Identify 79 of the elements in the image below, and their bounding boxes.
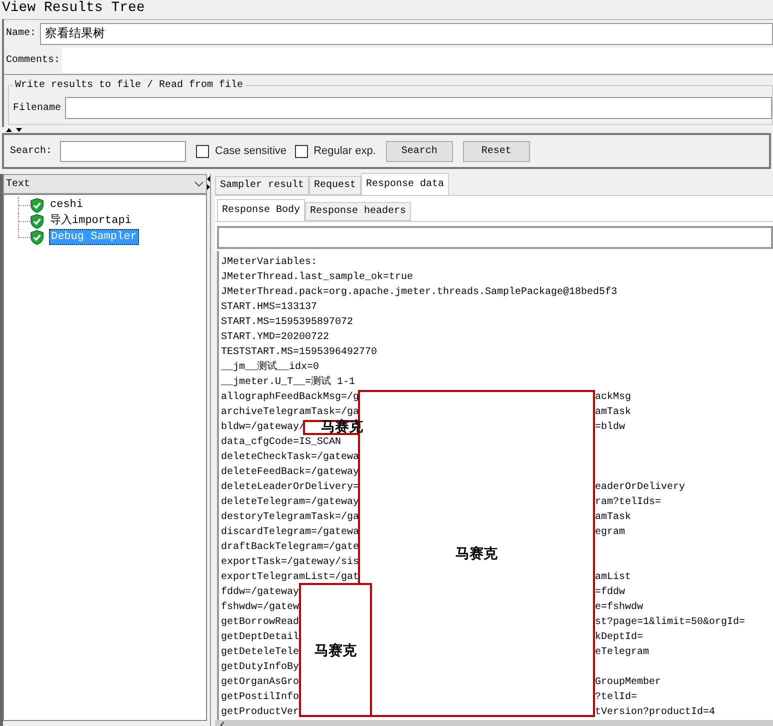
response-line: deleteLeaderOrDelivery= bbox=[221, 480, 360, 495]
response-line: TESTSTART.MS=1595396492770 bbox=[221, 346, 378, 360]
filename-field[interactable] bbox=[65, 97, 772, 119]
chevron-down-icon bbox=[194, 181, 204, 187]
response-line: amTask bbox=[595, 510, 632, 525]
response-line: getProductVer bbox=[221, 706, 300, 720]
tab[interactable]: Response headers bbox=[305, 202, 412, 221]
search-field[interactable] bbox=[60, 140, 186, 162]
response-line: ram?telIds= bbox=[595, 496, 662, 510]
response-line: bldw=/gateway/ bbox=[221, 420, 306, 435]
response-line: getDeptDetail bbox=[221, 630, 300, 645]
response-line: GroupMember bbox=[595, 676, 662, 690]
name-label: Name: bbox=[6, 27, 36, 41]
response-line: archiveTelegramTask=/ga bbox=[221, 406, 360, 418]
response-line: JMeterVariables: bbox=[221, 256, 318, 270]
response-line: allographFeedBackMsg=/g bbox=[221, 390, 360, 405]
response-line: getDeteleTele bbox=[221, 646, 300, 660]
name-field[interactable]: 察看结果树 bbox=[40, 22, 773, 44]
response-line: eTelegram bbox=[595, 646, 650, 660]
response-line: destoryTelegramTask=/ga bbox=[221, 510, 360, 525]
overlay-label: 马赛克 bbox=[456, 544, 498, 563]
checkbox[interactable] bbox=[294, 144, 308, 158]
splitter-arrows-icon[interactable] bbox=[4, 127, 24, 133]
shield-check-icon bbox=[30, 214, 44, 228]
response-line: =fddw bbox=[595, 586, 626, 600]
response-line: deleteTelegram=/gateway bbox=[221, 496, 360, 510]
response-line: exportTelegramList=/gat bbox=[221, 570, 360, 585]
response-line: kDeptId= bbox=[595, 630, 644, 645]
response-line: __jmeter.U_T__=测试 1-1 bbox=[221, 375, 356, 390]
response-line: __jm__测试__idx=0 bbox=[221, 360, 320, 375]
comments-field[interactable] bbox=[62, 48, 773, 73]
response-line: eaderOrDelivery bbox=[595, 480, 686, 495]
tab[interactable]: Response Body bbox=[217, 199, 306, 221]
shield-check-icon bbox=[30, 198, 44, 212]
response-line: JMeterThread.last_sample_ok=true bbox=[221, 270, 414, 285]
comments-label: Comments: bbox=[6, 54, 60, 68]
filename-label: Filename bbox=[13, 102, 62, 116]
response-line: ?telId= bbox=[595, 690, 638, 705]
response-line: egram bbox=[595, 526, 626, 540]
search-bar-button[interactable]: Search bbox=[386, 140, 453, 162]
response-line: JMeterThread.pack=org.apache.jmeter.threads.SamplePackage@18bed5f3 bbox=[221, 286, 618, 300]
response-line: draftBackTelegram=/gate bbox=[221, 540, 360, 555]
window-title: View Results Tree bbox=[1, 0, 146, 18]
response-line: discardTelegram=/gatewa bbox=[221, 526, 360, 540]
response-line: data_cfgCode=IS_SCAN bbox=[221, 436, 342, 450]
response-line: getPostilInfo bbox=[221, 690, 300, 705]
response-line: amList bbox=[595, 570, 632, 585]
response-line: getDutyInfoBy bbox=[221, 660, 300, 675]
response-line: exportTask=/gateway/sis bbox=[221, 556, 360, 570]
tree-item[interactable]: ceshi bbox=[49, 198, 84, 212]
checkbox[interactable] bbox=[196, 144, 210, 158]
tab[interactable]: Request bbox=[309, 176, 362, 195]
response-line: amTask bbox=[595, 406, 632, 420]
search-label: Search: bbox=[10, 144, 52, 158]
shield-check-icon bbox=[30, 230, 44, 244]
response-line: st?page=1&limit=50&orgId= bbox=[595, 616, 746, 630]
response-line: START.YMD=20200722 bbox=[221, 331, 330, 345]
checkbox-label: Case sensitive bbox=[215, 144, 287, 159]
response-line: tVersion?productId=4 bbox=[595, 706, 716, 720]
response-line: START.HMS=133137 bbox=[221, 301, 318, 315]
response-line: =bldw bbox=[595, 420, 626, 435]
response-line: fshwdw=/gatew bbox=[221, 600, 300, 615]
overlay-label: 马赛克 bbox=[314, 640, 356, 660]
response-line: e=fshwdw bbox=[595, 600, 644, 615]
response-line: deleteFeedBack=/gateway bbox=[221, 466, 360, 480]
response-line: getBorrowRead bbox=[221, 616, 300, 630]
response-line: deleteCheckTask=/gatewa bbox=[221, 450, 360, 465]
tab[interactable]: Response data bbox=[361, 173, 450, 195]
tree-item[interactable]: 导入importapi bbox=[49, 214, 132, 228]
response-search-field[interactable] bbox=[217, 226, 773, 248]
renderer-select[interactable]: Text bbox=[3, 174, 207, 194]
response-line: START.MS=1595395897072 bbox=[221, 316, 354, 330]
search-bar-button[interactable]: Reset bbox=[462, 140, 530, 162]
response-line: ackMsg bbox=[595, 390, 632, 405]
tab[interactable]: Sampler result bbox=[215, 176, 310, 195]
splitter-arrows-icon[interactable] bbox=[207, 176, 210, 190]
response-line: fddw=/gateway bbox=[221, 586, 300, 600]
checkbox-label: Regular exp. bbox=[314, 144, 376, 159]
response-line: getOrganAsGro bbox=[221, 676, 300, 690]
